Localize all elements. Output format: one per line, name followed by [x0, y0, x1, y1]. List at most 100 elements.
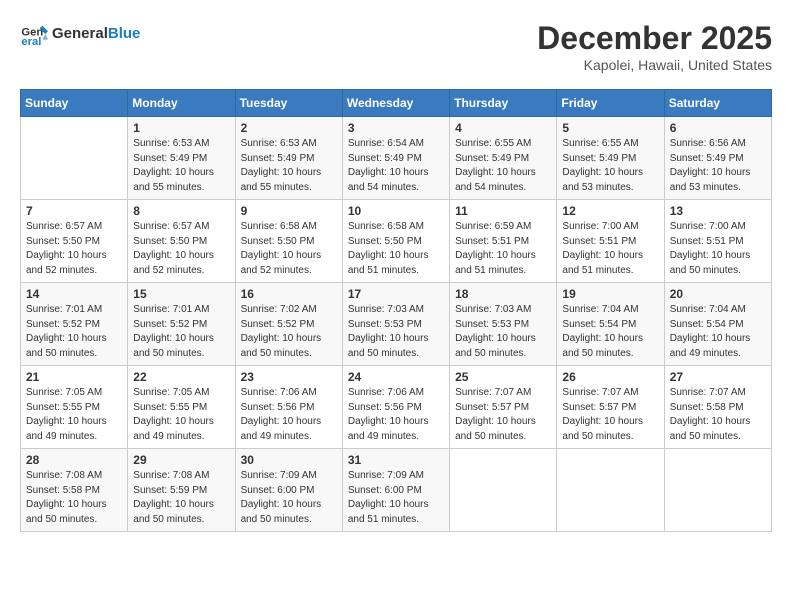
- day-info: Sunrise: 7:07 AM Sunset: 5:57 PM Dayligh…: [455, 386, 551, 444]
- day-number: 31: [348, 453, 444, 467]
- calendar-table: SundayMondayTuesdayWednesdayThursdayFrid…: [20, 89, 772, 532]
- calendar-cell: 14Sunrise: 7:01 AM Sunset: 5:52 PM Dayli…: [21, 283, 128, 366]
- day-info: Sunrise: 7:05 AM Sunset: 5:55 PM Dayligh…: [133, 386, 229, 444]
- calendar-cell: 20 Sunrise: 7:04 AM Sunset: 5:54 PM Dayli…: [664, 283, 771, 366]
- calendar-cell: 23 Sunrise: 7:06 AM Sunset: 5:56 PM Dayli…: [235, 366, 342, 449]
- calendar-cell: 27Sunrise: 7:07 AM Sunset: 5:58 PM Dayli…: [664, 366, 771, 449]
- day-info: Sunrise: 7:01 AM Sunset: 5:52 PM Dayligh…: [133, 303, 229, 361]
- week-row-2: 7 Sunrise: 6:57 AM Sunset: 5:50 PM Daylig…: [21, 200, 772, 283]
- day-number: 20: [670, 287, 766, 301]
- day-number: 2: [241, 121, 337, 135]
- day-number: 3: [348, 121, 444, 135]
- day-number: 12: [562, 204, 658, 218]
- day-info: Sunrise: 6:56 AM Sunset: 5:49 PM Dayligh…: [670, 137, 766, 195]
- day-info: Sunrise: 7:08 AM Sunset: 5:59 PM Dayligh…: [133, 469, 229, 527]
- calendar-cell: 30 Sunrise: 7:09 AM Sunset: 6:00 PM Dayli…: [235, 449, 342, 532]
- day-info: Sunrise: 6:59 AM Sunset: 5:51 PM Dayligh…: [455, 220, 551, 278]
- calendar-cell: 11 Sunrise: 6:59 AM Sunset: 5:51 PM Dayli…: [450, 200, 557, 283]
- day-number: 5: [562, 121, 658, 135]
- day-info: Sunrise: 7:02 AM Sunset: 5:52 PM Dayligh…: [241, 303, 337, 361]
- week-row-4: 21Sunrise: 7:05 AM Sunset: 5:55 PM Dayli…: [21, 366, 772, 449]
- calendar-cell: 21Sunrise: 7:05 AM Sunset: 5:55 PM Dayli…: [21, 366, 128, 449]
- day-number: 8: [133, 204, 229, 218]
- day-number: 22: [133, 370, 229, 384]
- day-number: 27: [670, 370, 766, 384]
- day-number: 28: [26, 453, 122, 467]
- day-info: Sunrise: 6:58 AM Sunset: 5:50 PM Dayligh…: [348, 220, 444, 278]
- day-info: Sunrise: 7:03 AM Sunset: 5:53 PM Dayligh…: [455, 303, 551, 361]
- day-number: 25: [455, 370, 551, 384]
- title-area: December 2025 Kapolei, Hawaii, United St…: [537, 20, 772, 73]
- day-info: Sunrise: 7:04 AM Sunset: 5:54 PM Dayligh…: [562, 303, 658, 361]
- day-info: Sunrise: 7:09 AM Sunset: 6:00 PM Dayligh…: [348, 469, 444, 527]
- calendar-cell: 5 Sunrise: 6:55 AM Sunset: 5:49 PM Daylig…: [557, 117, 664, 200]
- calendar-cell: 29Sunrise: 7:08 AM Sunset: 5:59 PM Dayli…: [128, 449, 235, 532]
- svg-text:eral: eral: [21, 36, 41, 48]
- day-header-saturday: Saturday: [664, 90, 771, 117]
- calendar-cell: 4Sunrise: 6:55 AM Sunset: 5:49 PM Daylig…: [450, 117, 557, 200]
- month-title: December 2025: [537, 20, 772, 57]
- week-row-3: 14 Sunrise: 7:01 AM Sunset: 5:52 PM Dayli…: [21, 283, 772, 366]
- calendar-cell: 26 Sunrise: 7:07 AM Sunset: 5:57 PM Dayli…: [557, 366, 664, 449]
- day-info: Sunrise: 7:00 AM Sunset: 5:51 PM Dayligh…: [670, 220, 766, 278]
- calendar-cell: 3 Sunrise: 6:54 AM Sunset: 5:49 PM Daylig…: [342, 117, 449, 200]
- calendar-cell: 22 Sunrise: 7:05 AM Sunset: 5:55 PM Dayli…: [128, 366, 235, 449]
- day-info: Sunrise: 6:53 AM Sunset: 5:49 PM Dayligh…: [241, 137, 337, 195]
- calendar-cell: 18 Sunrise: 7:03 AM Sunset: 5:53 PM Dayli…: [450, 283, 557, 366]
- logo-line1: General: [52, 25, 108, 42]
- day-info: Sunrise: 6:53 AM Sunset: 5:49 PM Dayligh…: [133, 137, 229, 195]
- calendar-header-row: SundayMondayTuesdayWednesdayThursdayFrid…: [21, 90, 772, 117]
- calendar-cell: 19 Sunrise: 7:04 AM Sunset: 5:54 PM Dayli…: [557, 283, 664, 366]
- logo: Gen eral GeneralBlue: [20, 20, 140, 48]
- calendar-cell: 28Sunrise: 7:08 AM Sunset: 5:58 PM Dayli…: [21, 449, 128, 532]
- day-number: 13: [670, 204, 766, 218]
- week-row-5: 28Sunrise: 7:08 AM Sunset: 5:58 PM Dayli…: [21, 449, 772, 532]
- calendar-cell: 13 Sunrise: 7:00 AM Sunset: 5:51 PM Dayli…: [664, 200, 771, 283]
- day-number: 26: [562, 370, 658, 384]
- day-number: 15: [133, 287, 229, 301]
- day-number: 19: [562, 287, 658, 301]
- calendar-cell: 31 Sunrise: 7:09 AM Sunset: 6:00 PM Dayli…: [342, 449, 449, 532]
- day-info: Sunrise: 6:57 AM Sunset: 5:50 PM Dayligh…: [133, 220, 229, 278]
- calendar-cell: 7Sunrise: 6:57 AM Sunset: 5:50 PM Daylig…: [21, 200, 128, 283]
- day-info: Sunrise: 7:03 AM Sunset: 5:53 PM Dayligh…: [348, 303, 444, 361]
- day-number: 18: [455, 287, 551, 301]
- subtitle: Kapolei, Hawaii, United States: [537, 57, 772, 73]
- calendar-cell: 10 Sunrise: 6:58 AM Sunset: 5:50 PM Dayli…: [342, 200, 449, 283]
- calendar-cell: 16 Sunrise: 7:02 AM Sunset: 5:52 PM Dayli…: [235, 283, 342, 366]
- day-number: 17: [348, 287, 444, 301]
- day-number: 24: [348, 370, 444, 384]
- calendar-cell: 12Sunrise: 7:00 AM Sunset: 5:51 PM Dayli…: [557, 200, 664, 283]
- day-info: Sunrise: 6:54 AM Sunset: 5:49 PM Dayligh…: [348, 137, 444, 195]
- day-header-friday: Friday: [557, 90, 664, 117]
- calendar-cell: [664, 449, 771, 532]
- calendar-cell: 8 Sunrise: 6:57 AM Sunset: 5:50 PM Daylig…: [128, 200, 235, 283]
- day-number: 6: [670, 121, 766, 135]
- day-number: 7: [26, 204, 122, 218]
- day-info: Sunrise: 7:07 AM Sunset: 5:57 PM Dayligh…: [562, 386, 658, 444]
- day-info: Sunrise: 7:06 AM Sunset: 5:56 PM Dayligh…: [241, 386, 337, 444]
- day-number: 11: [455, 204, 551, 218]
- day-header-wednesday: Wednesday: [342, 90, 449, 117]
- day-info: Sunrise: 6:58 AM Sunset: 5:50 PM Dayligh…: [241, 220, 337, 278]
- day-header-monday: Monday: [128, 90, 235, 117]
- day-number: 14: [26, 287, 122, 301]
- day-info: Sunrise: 7:04 AM Sunset: 5:54 PM Dayligh…: [670, 303, 766, 361]
- week-row-1: 1Sunrise: 6:53 AM Sunset: 5:49 PM Daylig…: [21, 117, 772, 200]
- day-number: 30: [241, 453, 337, 467]
- day-number: 16: [241, 287, 337, 301]
- day-header-thursday: Thursday: [450, 90, 557, 117]
- day-number: 4: [455, 121, 551, 135]
- day-info: Sunrise: 7:09 AM Sunset: 6:00 PM Dayligh…: [241, 469, 337, 527]
- logo-line2: Blue: [108, 25, 141, 42]
- calendar-cell: [557, 449, 664, 532]
- day-info: Sunrise: 6:55 AM Sunset: 5:49 PM Dayligh…: [562, 137, 658, 195]
- day-number: 23: [241, 370, 337, 384]
- day-info: Sunrise: 7:06 AM Sunset: 5:56 PM Dayligh…: [348, 386, 444, 444]
- calendar-cell: 6 Sunrise: 6:56 AM Sunset: 5:49 PM Daylig…: [664, 117, 771, 200]
- calendar-cell: 24 Sunrise: 7:06 AM Sunset: 5:56 PM Dayli…: [342, 366, 449, 449]
- calendar-cell: 15 Sunrise: 7:01 AM Sunset: 5:52 PM Dayli…: [128, 283, 235, 366]
- calendar-cell: [450, 449, 557, 532]
- day-header-sunday: Sunday: [21, 90, 128, 117]
- day-number: 10: [348, 204, 444, 218]
